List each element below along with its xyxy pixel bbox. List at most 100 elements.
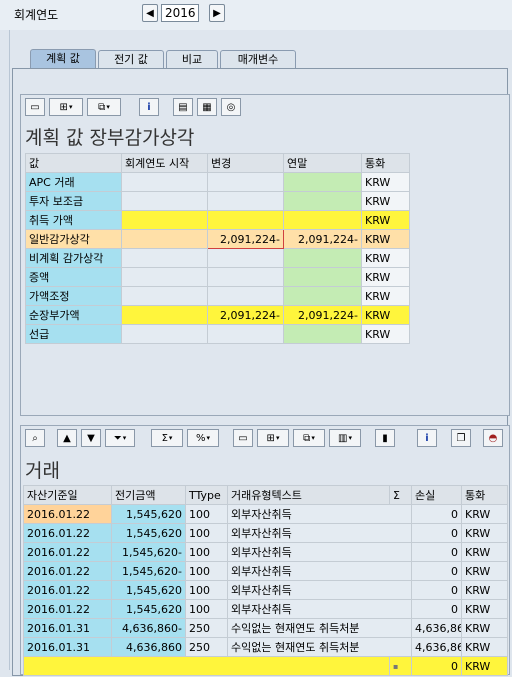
table-row[interactable]: 비계획 감가상각 KRW: [25, 248, 410, 268]
next-year-button[interactable]: ▶: [209, 4, 225, 22]
sort-descending-button[interactable]: ▼: [81, 429, 101, 447]
table-row[interactable]: 2016.01.22 1,545,620- 100 외부자산취득 0 KRW: [23, 561, 508, 581]
column-header[interactable]: 전기금액: [111, 485, 186, 505]
table-row[interactable]: 가액조정 KRW: [25, 286, 410, 306]
graphic-button[interactable]: ▮: [375, 429, 395, 447]
table-header-row: 자산기준일 전기금액 TType 거래유형텍스트 Σ 손실 통화: [23, 485, 508, 505]
loss-cell: 0: [411, 580, 462, 600]
amount-cell: 1,545,620: [111, 599, 186, 619]
tab-posted-values[interactable]: 전기 값: [98, 50, 164, 68]
chart-icon: ▮: [382, 432, 388, 444]
table-row[interactable]: 2016.01.22 1,545,620 100 외부자산취득 0 KRW: [23, 580, 508, 600]
columns-button[interactable]: ▥ ▾: [329, 429, 361, 447]
currency-cell: KRW: [461, 542, 508, 562]
sort-ascending-button[interactable]: ▲: [57, 429, 77, 447]
column-header[interactable]: 손실: [411, 485, 462, 505]
amount-cell: 4,636,860-: [111, 618, 186, 638]
loss-cell: 0: [411, 542, 462, 562]
year-end-cell: 2,091,224-: [283, 229, 362, 249]
transactions-table: 자산기준일 전기금액 TType 거래유형텍스트 Σ 손실 통화 2016.01…: [23, 485, 508, 676]
currency-cell: KRW: [361, 305, 410, 325]
layout-button[interactable]: ⧉ ▾: [87, 98, 121, 116]
text-cell: 수익없는 현재연도 취득처분: [227, 637, 412, 657]
table-row[interactable]: 순장부가액 2,091,224- 2,091,224- KRW: [25, 305, 410, 325]
arrow-left-icon: ◀: [146, 7, 154, 19]
table-row[interactable]: 2016.01.22 1,545,620 100 외부자산취득 0 KRW: [23, 599, 508, 619]
change-cell: [207, 267, 284, 287]
layout-button[interactable]: ⧉ ▾: [293, 429, 325, 447]
currency-cell: KRW: [361, 267, 410, 287]
column-header[interactable]: TType: [185, 485, 228, 505]
value-label: 비계획 감가상각: [25, 248, 122, 268]
hat-button[interactable]: ◓: [483, 429, 503, 447]
print-button[interactable]: ▭: [25, 98, 45, 116]
table-row[interactable]: APC 거래 KRW: [25, 172, 410, 192]
column-header[interactable]: Σ: [389, 485, 412, 505]
table-row-selected[interactable]: 일반감가상각 2,091,224- 2,091,224- KRW: [25, 229, 410, 249]
total-spacer: [23, 656, 390, 676]
magnifier-icon: ◎: [226, 101, 236, 113]
print-preview-button[interactable]: ▭: [233, 429, 253, 447]
tab-plan-values[interactable]: 계획 값: [30, 49, 96, 68]
text-cell: 외부자산취득: [227, 542, 412, 562]
table-row[interactable]: 2016.01.22 1,545,620 100 외부자산취득 0 KRW: [23, 523, 508, 543]
prev-year-button[interactable]: ◀: [142, 4, 158, 22]
table-row[interactable]: 취득 가액 KRW: [25, 210, 410, 230]
column-header[interactable]: 회계연도 시작: [121, 153, 208, 173]
display-button[interactable]: ◎: [221, 98, 241, 116]
detail-button[interactable]: ▤: [173, 98, 193, 116]
amount-cell: 1,545,620: [111, 523, 186, 543]
sum-button[interactable]: Σ ▾: [151, 429, 183, 447]
ttype-cell: 250: [185, 618, 228, 638]
fiscal-year-input[interactable]: 2016: [161, 4, 199, 22]
table-row[interactable]: 2016.01.22 1,545,620 100 외부자산취득 0 KRW: [23, 504, 508, 524]
column-header[interactable]: 거래유형텍스트: [227, 485, 390, 505]
column-header[interactable]: 값: [25, 153, 122, 173]
details-button[interactable]: ⌕: [25, 429, 45, 447]
chevron-down-icon: ▾: [168, 434, 173, 442]
export-button[interactable]: ⊞ ▾: [257, 429, 289, 447]
chevron-down-icon: ▾: [106, 103, 110, 111]
start-cell: [121, 305, 208, 325]
column-header[interactable]: 통화: [361, 153, 410, 173]
transactions-panel-title: 거래: [25, 460, 60, 482]
calculator-button[interactable]: ▦: [197, 98, 217, 116]
column-header[interactable]: 자산기준일: [23, 485, 112, 505]
columns-icon: ▥: [338, 432, 348, 444]
currency-cell: KRW: [361, 172, 410, 192]
date-cell: 2016.01.22: [23, 599, 112, 619]
tab-parameters[interactable]: 매개변수: [220, 50, 296, 68]
arrow-right-icon: ▶: [213, 7, 221, 19]
currency-cell: KRW: [361, 229, 410, 249]
filter-icon: ⏷: [113, 432, 122, 444]
filter-button[interactable]: ⏷ ▾: [105, 429, 135, 447]
currency-cell: KRW: [361, 210, 410, 230]
year-end-cell: [283, 324, 362, 344]
document-icon: ▭: [238, 432, 248, 444]
info-button[interactable]: i: [417, 429, 437, 447]
export-button[interactable]: ⊞ ▾: [49, 98, 83, 116]
value-label: 일반감가상각: [25, 229, 122, 249]
column-header[interactable]: 연말: [283, 153, 362, 173]
column-header[interactable]: 통화: [461, 485, 508, 505]
table-row[interactable]: 증액 KRW: [25, 267, 410, 287]
table-row[interactable]: 선급 KRW: [25, 324, 410, 344]
subtotal-button[interactable]: % ▾: [187, 429, 219, 447]
info-button[interactable]: i: [139, 98, 159, 116]
plan-toolbar: ▭ ⊞ ▾ ⧉ ▾ i ▤ ▦ ◎: [21, 95, 509, 119]
plan-values-panel: ▭ ⊞ ▾ ⧉ ▾ i ▤ ▦ ◎ 계획 값 장부감가상각 값 회계연도 시작 변경…: [20, 94, 510, 416]
column-header[interactable]: 변경: [207, 153, 284, 173]
table-row[interactable]: 투자 보조금 KRW: [25, 191, 410, 211]
detail-icon: ▤: [178, 101, 188, 113]
total-row[interactable]: ▪ 0 KRW: [23, 656, 508, 676]
amount-cell: 1,545,620-: [111, 561, 186, 581]
copy-button[interactable]: ❐: [451, 429, 471, 447]
amount-cell: 1,545,620: [111, 580, 186, 600]
table-header-row: 값 회계연도 시작 변경 연말 통화: [25, 153, 410, 173]
layout-icon: ⧉: [303, 432, 311, 444]
table-row[interactable]: 2016.01.22 1,545,620- 100 외부자산취득 0 KRW: [23, 542, 508, 562]
table-row[interactable]: 2016.01.31 4,636,860- 250 수익없는 현재연도 취득처분…: [23, 618, 508, 638]
amount-cell: 1,545,620-: [111, 542, 186, 562]
tab-comparison[interactable]: 비교: [166, 50, 218, 68]
table-row[interactable]: 2016.01.31 4,636,860 250 수익없는 현재연도 취득처분 …: [23, 637, 508, 657]
